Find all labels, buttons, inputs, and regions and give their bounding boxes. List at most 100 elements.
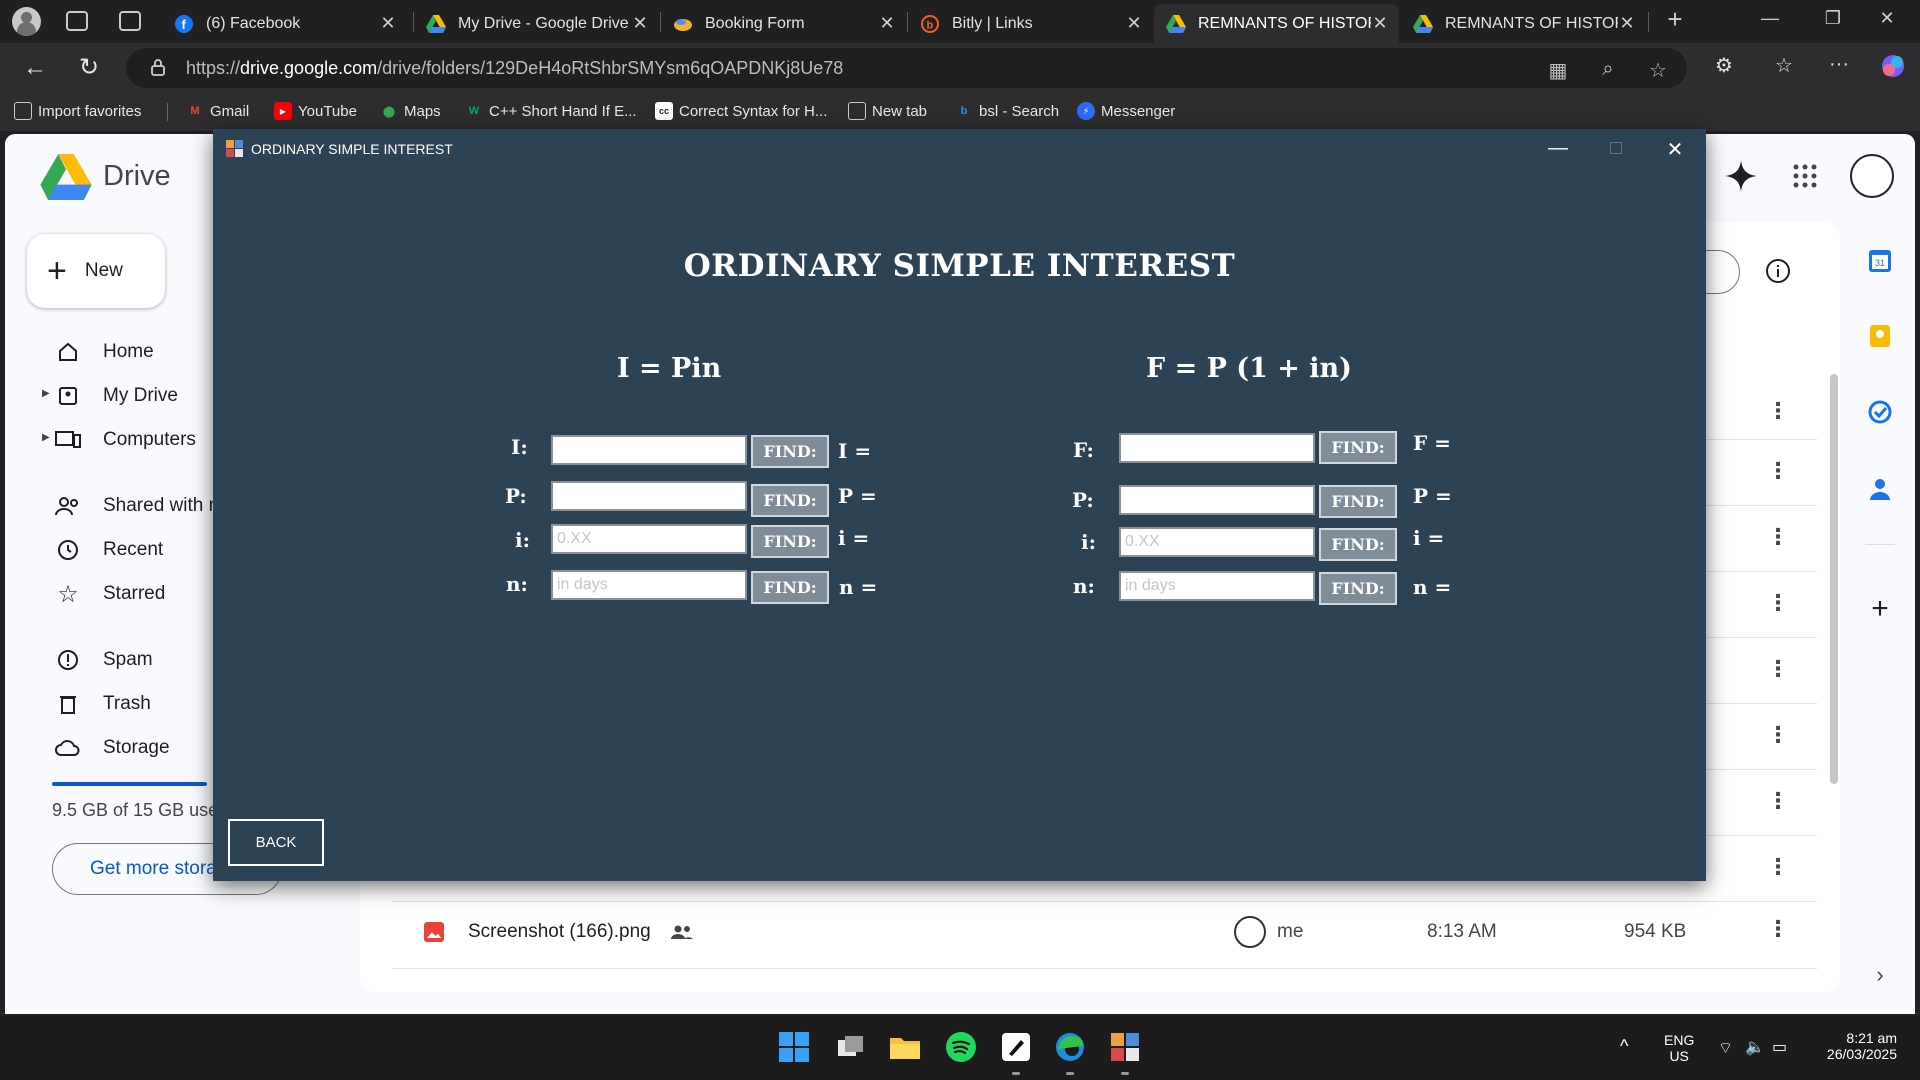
row-more-actions-icon[interactable]: ⋮ — [1767, 458, 1789, 484]
favorite-star-icon[interactable]: ☆ — [1646, 58, 1670, 83]
close-tab-icon[interactable]: ✕ — [1618, 13, 1636, 34]
sidebar-item-trash[interactable]: Trash — [55, 686, 151, 722]
spotify-icon[interactable] — [944, 1030, 978, 1064]
close-tab-icon[interactable]: ✕ — [631, 13, 649, 34]
time-f-input[interactable] — [1119, 571, 1315, 601]
google-contacts-icon[interactable] — [1865, 474, 1895, 504]
google-keep-icon[interactable] — [1865, 321, 1895, 351]
sidebar-item-computers[interactable]: Computers — [55, 422, 196, 458]
language-indicator[interactable]: ENG US — [1664, 1032, 1694, 1064]
sidebar-item-spam[interactable]: Spam — [55, 642, 153, 678]
row-more-actions-icon[interactable]: ⋮ — [1767, 788, 1789, 814]
url-field[interactable]: https://drive.google.com/drive/folders/1… — [126, 48, 1687, 88]
close-window-icon[interactable]: ✕ — [1872, 8, 1902, 29]
find-future-value-button[interactable]: FIND: — [1319, 431, 1397, 464]
new-tab-icon[interactable]: + — [1660, 4, 1690, 35]
google-drive-logo-icon[interactable] — [40, 154, 92, 200]
tab-facebook[interactable]: f (6) Facebook ✕ — [162, 4, 407, 43]
wifi-icon[interactable]: ⌔ — [1718, 1038, 1733, 1058]
tab-my-drive[interactable]: My Drive - Google Drive ✕ — [414, 4, 659, 43]
rate-input[interactable] — [551, 524, 747, 554]
bookmark-gmail[interactable]: M Gmail — [186, 102, 249, 120]
close-tab-icon[interactable]: ✕ — [1371, 13, 1389, 34]
back-arrow-icon[interactable]: ← — [20, 53, 50, 83]
sidebar-item-my-drive[interactable]: My Drive — [55, 378, 178, 414]
restore-icon[interactable]: ❐ — [1818, 8, 1848, 29]
app-close-icon[interactable]: ✕ — [1660, 137, 1690, 162]
bookmark-bsl-search[interactable]: b bsl - Search — [955, 102, 1059, 120]
refresh-icon[interactable]: ↻ — [74, 53, 104, 83]
tab-remnants-active[interactable]: REMNANTS OF HISTORY - ✕ — [1154, 4, 1399, 43]
sidebar-item-recent[interactable]: Recent — [55, 532, 163, 568]
bookmark-maps[interactable]: ⬤ Maps — [380, 102, 441, 120]
add-addon-plus-icon[interactable]: + — [1865, 592, 1895, 625]
windows-start-icon[interactable] — [777, 1030, 811, 1064]
time-input[interactable] — [551, 570, 747, 600]
future-value-input[interactable] — [1119, 433, 1315, 463]
file-row[interactable]: Screenshot (166).png me 8:13 AM 954 KB — [392, 902, 1817, 962]
show-hidden-icons-icon[interactable]: ^ — [1620, 1036, 1628, 1057]
task-view-icon[interactable] — [834, 1030, 868, 1064]
details-info-icon[interactable] — [1765, 258, 1791, 284]
row-more-actions-icon[interactable]: ⋮ — [1767, 524, 1789, 550]
battery-icon[interactable]: ▭ — [1772, 1037, 1787, 1057]
sidebar-item-starred[interactable]: ☆ Starred — [55, 576, 165, 612]
clock[interactable]: 8:21 am 26/03/2025 — [1815, 1030, 1897, 1062]
google-tasks-icon[interactable] — [1865, 397, 1895, 427]
sidebar-item-storage[interactable]: Storage — [55, 730, 170, 766]
edge-icon[interactable] — [1053, 1030, 1087, 1064]
bookmark-correct-syntax[interactable]: cc Correct Syntax for H... — [655, 102, 827, 120]
bookmark-cpp-shorthand[interactable]: W C++ Short Hand If E... — [465, 102, 637, 120]
workspaces-icon[interactable] — [66, 11, 88, 31]
copilot-icon[interactable] — [1878, 53, 1908, 85]
interest-input[interactable] — [551, 435, 747, 465]
row-more-actions-icon[interactable]: ⋮ — [1767, 916, 1789, 942]
row-more-actions-icon[interactable]: ⋮ — [1767, 854, 1789, 880]
find-rate-f-button[interactable]: FIND: — [1319, 528, 1397, 561]
site-info-lock-icon[interactable] — [146, 58, 170, 82]
pen-app-icon[interactable] — [999, 1030, 1033, 1064]
find-time-button[interactable]: FIND: — [751, 571, 829, 604]
bookmark-youtube[interactable]: ▶ YouTube — [274, 102, 357, 120]
principal-input[interactable] — [551, 481, 747, 511]
app-available-icon[interactable]: ▦ — [1546, 58, 1570, 83]
app-title-bar[interactable]: ORDINARY SIMPLE INTEREST — □ ✕ — [213, 129, 1706, 169]
rate-f-input[interactable] — [1119, 527, 1315, 557]
find-rate-button[interactable]: FIND: — [751, 525, 829, 558]
favorites-icon[interactable]: ☆ — [1769, 53, 1799, 78]
close-tab-icon[interactable]: ✕ — [878, 13, 896, 34]
app-minimize-icon[interactable]: — — [1543, 137, 1573, 160]
principal-f-input[interactable] — [1119, 485, 1315, 515]
sidebar-item-home[interactable]: Home — [55, 334, 154, 370]
find-time-f-button[interactable]: FIND: — [1319, 572, 1397, 605]
vertical-tabs-icon[interactable] — [119, 11, 141, 31]
expand-caret-icon[interactable]: ▶ — [42, 432, 50, 443]
back-button[interactable]: BACK — [228, 819, 324, 866]
zoom-icon[interactable]: ⌕ — [1596, 58, 1620, 81]
bookmark-new-tab[interactable]: New tab — [848, 102, 927, 120]
java-app-icon[interactable] — [1108, 1030, 1142, 1064]
tab-booking-form[interactable]: Booking Form ✕ — [661, 4, 906, 43]
scrollbar-thumb[interactable] — [1830, 374, 1838, 784]
row-more-actions-icon[interactable]: ⋮ — [1767, 398, 1789, 424]
find-principal-f-button[interactable]: FIND: — [1319, 485, 1397, 518]
more-options-icon[interactable]: ··· — [1824, 53, 1854, 76]
new-button[interactable]: + New — [27, 234, 165, 308]
bookmark-import-favorites[interactable]: Import favorites — [14, 102, 141, 120]
row-more-actions-icon[interactable]: ⋮ — [1767, 656, 1789, 682]
sidebar-item-shared[interactable]: Shared with me — [55, 488, 235, 524]
close-tab-icon[interactable]: ✕ — [379, 13, 397, 34]
gemini-sparkle-icon[interactable] — [1723, 158, 1759, 194]
tab-remnants[interactable]: REMNANTS OF HISTORY ✕ — [1401, 4, 1646, 43]
apps-grid-icon[interactable] — [1793, 164, 1817, 188]
close-tab-icon[interactable]: ✕ — [1125, 13, 1143, 34]
google-calendar-icon[interactable]: 31 — [1865, 246, 1895, 276]
extensions-icon[interactable]: ⚙ — [1709, 53, 1739, 78]
volume-icon[interactable]: 🔈 — [1745, 1037, 1765, 1057]
row-more-actions-icon[interactable]: ⋮ — [1767, 590, 1789, 616]
find-interest-button[interactable]: FIND: — [751, 435, 829, 468]
expand-caret-icon[interactable]: ▶ — [42, 388, 50, 399]
profile-avatar-icon[interactable] — [12, 7, 41, 36]
bookmark-messenger[interactable]: ⚡ Messenger — [1077, 102, 1175, 120]
find-principal-button[interactable]: FIND: — [751, 484, 829, 517]
